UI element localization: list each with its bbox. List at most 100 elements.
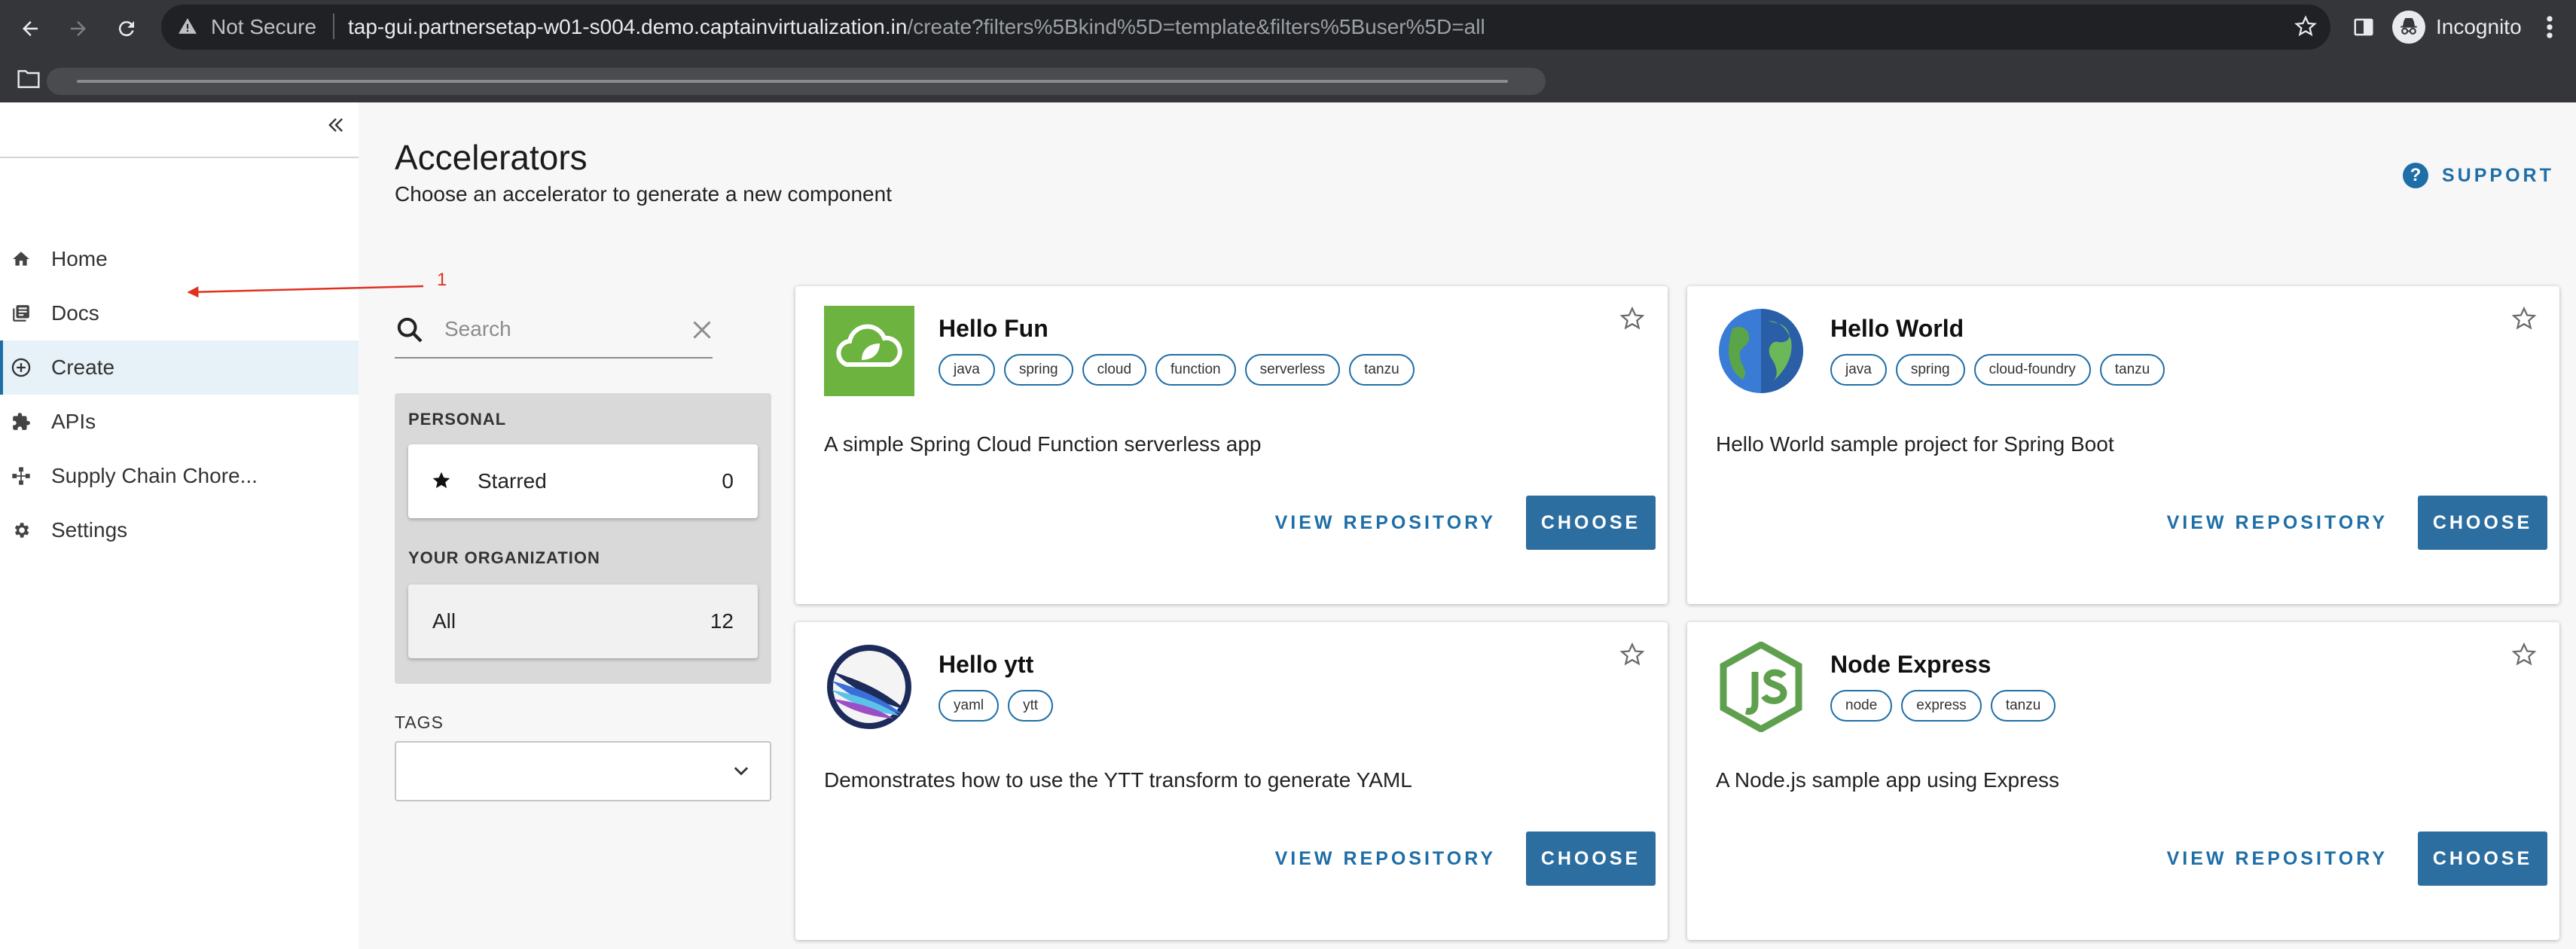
sidebar-item-label: Home: [51, 247, 108, 270]
bookmark-star-icon[interactable]: [2294, 15, 2317, 41]
clear-search-button[interactable]: [688, 316, 716, 347]
tag: node: [1830, 690, 1893, 722]
home-icon: [11, 249, 32, 270]
tag-list: node express tanzu: [1830, 690, 2056, 722]
view-repository-link[interactable]: VIEW REPOSITORY: [2167, 512, 2388, 534]
address-bar[interactable]: Not Secure tap-gui.partnersetap-w01-s004…: [161, 5, 2330, 50]
owner-filter-panel: PERSONAL Starred 0 YOUR ORGANIZATION All…: [395, 393, 771, 684]
card-title: Hello Fun: [939, 315, 1048, 342]
side-panel-icon: [2354, 18, 2373, 36]
favorite-star-icon[interactable]: [1619, 642, 1645, 671]
spring-cloud-leaf-logo: [824, 306, 914, 396]
sidebar-item-apis[interactable]: APIs: [0, 395, 359, 449]
card-description: Hello World sample project for Spring Bo…: [1716, 432, 2114, 456]
back-button[interactable]: [12, 11, 48, 47]
warning-icon[interactable]: [178, 17, 197, 40]
url-host: tap-gui.partnersetap-w01-s004.demo.capta…: [348, 15, 908, 38]
ytt-logo: [824, 642, 914, 732]
all-count: 12: [710, 609, 734, 633]
tags-select[interactable]: [395, 741, 771, 801]
double-chevron-left-icon: [328, 118, 343, 132]
all-label: All: [432, 609, 456, 633]
incognito-icon: [2392, 11, 2425, 44]
folder-icon[interactable]: [17, 68, 41, 94]
security-label[interactable]: Not Secure: [211, 15, 316, 39]
view-repository-link[interactable]: VIEW REPOSITORY: [1275, 848, 1496, 870]
tag: java: [1830, 354, 1887, 386]
tag: tanzu: [1990, 690, 2056, 722]
view-repository-link[interactable]: VIEW REPOSITORY: [1275, 512, 1496, 534]
choose-button[interactable]: CHOOSE: [1526, 496, 1656, 550]
close-icon: [693, 321, 711, 339]
sidebar-item-label: Supply Chain Chore...: [51, 464, 258, 487]
sidebar: Home Docs Create APIs Supply Chain Chore…: [0, 102, 359, 949]
reload-button[interactable]: [108, 11, 145, 47]
globe-logo: [1716, 306, 1806, 396]
sidebar-divider: [0, 157, 359, 158]
tag: spring: [1895, 354, 1965, 386]
search-box: [395, 307, 713, 359]
side-panel-button[interactable]: [2347, 11, 2380, 44]
forward-button[interactable]: [60, 11, 96, 47]
gear-icon: [11, 520, 32, 541]
tag-list: java spring cloud function serverless ta…: [939, 354, 1415, 386]
tag-list: java spring cloud-foundry tanzu: [1830, 354, 2165, 386]
sidebar-item-home[interactable]: Home: [0, 232, 359, 286]
sidebar-item-settings[interactable]: Settings: [0, 503, 359, 557]
search-input[interactable]: [443, 313, 672, 345]
arrow-left-icon: [23, 21, 38, 36]
sidebar-item-docs[interactable]: Docs: [0, 286, 359, 340]
browser-menu-button[interactable]: [2538, 11, 2561, 44]
tag: spring: [1003, 354, 1073, 386]
favorite-star-icon[interactable]: [2511, 642, 2537, 671]
incognito-label: Incognito: [2436, 15, 2522, 38]
sidebar-item-supply-chain[interactable]: Supply Chain Chore...: [0, 449, 359, 503]
sidebar-item-label: Create: [51, 355, 115, 379]
tag: tanzu: [1349, 354, 1415, 386]
puzzle-icon: [11, 411, 32, 432]
tag: serverless: [1244, 354, 1341, 386]
arrow-right-icon: [71, 21, 86, 36]
tag: express: [1901, 690, 1982, 722]
tags-label: TAGS: [395, 713, 444, 732]
starred-label: Starred: [478, 469, 547, 493]
view-repository-link[interactable]: VIEW REPOSITORY: [2167, 848, 2388, 870]
all-filter[interactable]: All 12: [408, 584, 758, 658]
docs-icon: [11, 303, 32, 324]
card-description: A simple Spring Cloud Function serverles…: [824, 432, 1262, 456]
sidebar-item-create[interactable]: Create: [0, 340, 359, 395]
incognito-indicator[interactable]: Incognito: [2392, 6, 2522, 48]
favorite-star-icon[interactable]: [1619, 306, 1645, 335]
address-divider: [333, 14, 334, 39]
tag: java: [939, 354, 995, 386]
redacted-bookmarks: [47, 68, 1546, 95]
favorite-star-icon[interactable]: [2511, 306, 2537, 335]
choose-button[interactable]: CHOOSE: [2418, 832, 2547, 886]
personal-heading: PERSONAL: [408, 410, 507, 429]
tag: tanzu: [2099, 354, 2165, 386]
starred-count: 0: [722, 469, 734, 493]
starred-filter[interactable]: Starred 0: [408, 444, 758, 518]
nodejs-logo: [1716, 640, 1806, 734]
support-label: SUPPORT: [2442, 164, 2554, 186]
bookmarks-bar: [0, 59, 2576, 102]
organization-heading: YOUR ORGANIZATION: [408, 548, 600, 567]
card-description: A Node.js sample app using Express: [1716, 768, 2060, 792]
supply-chain-icon: [11, 465, 32, 487]
chevron-down-icon: [731, 761, 752, 786]
tag: function: [1155, 354, 1236, 386]
accelerator-card-node-express: Node Express node express tanzu A Node.j…: [1687, 622, 2559, 940]
star-icon: [431, 470, 452, 495]
card-description: Demonstrates how to use the YTT transfor…: [824, 768, 1412, 792]
card-title: Node Express: [1830, 651, 1992, 678]
page-subtitle: Choose an accelerator to generate a new …: [395, 182, 892, 206]
reload-icon: [118, 21, 134, 37]
choose-button[interactable]: CHOOSE: [1526, 832, 1656, 886]
support-button[interactable]: ? SUPPORT: [2403, 163, 2554, 188]
kebab-menu-icon: [2547, 16, 2553, 38]
choose-button[interactable]: CHOOSE: [2418, 496, 2547, 550]
url-text[interactable]: tap-gui.partnersetap-w01-s004.demo.capta…: [348, 15, 1485, 39]
collapse-sidebar-button[interactable]: [322, 111, 349, 139]
tag: yaml: [939, 690, 1000, 722]
sidebar-item-label: APIs: [51, 410, 96, 433]
